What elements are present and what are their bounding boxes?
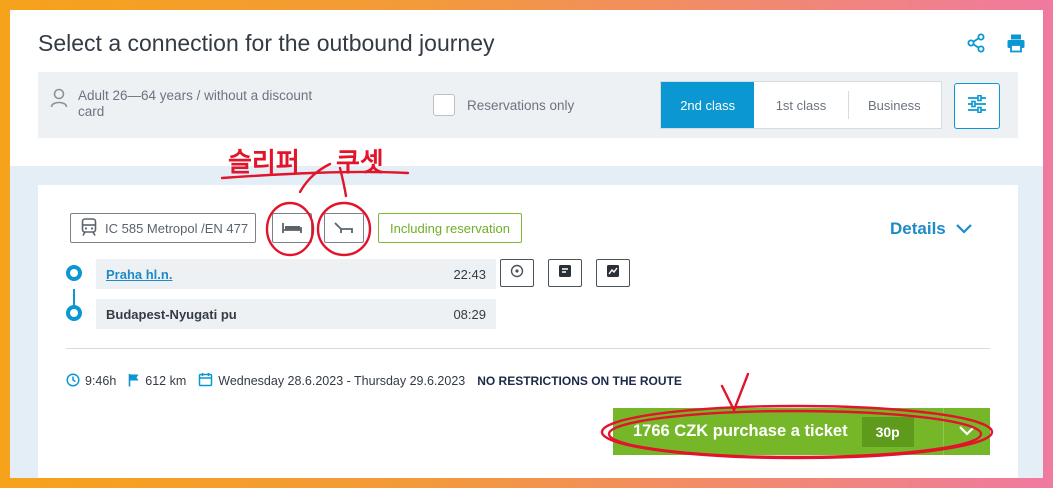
filter-bar: Adult 26—64 years / without a discount c…: [38, 72, 1018, 138]
map-icon: [606, 264, 620, 283]
passenger-selector[interactable]: Adult 26—64 years / without a discount c…: [50, 88, 338, 120]
route-line: [73, 289, 75, 305]
page-frame: Select a connection for the outbound jou…: [10, 10, 1043, 478]
connection-card: IC 585 Metropol /EN 477 Including reserv…: [38, 185, 1018, 478]
share-icon[interactable]: [965, 32, 987, 54]
purchase-label: 1766 CZK purchase a ticket: [633, 422, 848, 440]
destination-stop: Budapest-Nyugati pu 08:29: [96, 299, 496, 329]
duration-value: 9:46h: [85, 374, 117, 388]
distance: 612 km: [128, 373, 186, 390]
train-name: IC 585 Metropol /EN 477: [105, 220, 249, 236]
distance-value: 612 km: [145, 374, 187, 388]
route-restrictions: NO RESTRICTIONS ON THE ROUTE: [477, 374, 682, 388]
purchase-ticket-button[interactable]: 1766 CZK purchase a ticket 30p: [613, 408, 990, 455]
target-icon: [510, 264, 524, 283]
couchette-icon: [324, 213, 364, 243]
board-icon: [558, 264, 572, 283]
card-divider: [66, 348, 990, 349]
dates-value: Wednesday 28.6.2023 - Thursday 29.6.2023: [218, 374, 466, 388]
arrival-time: 08:29: [453, 306, 486, 322]
details-toggle[interactable]: Details: [890, 219, 972, 239]
tab-2nd-class[interactable]: 2nd class: [661, 82, 755, 128]
purchase-options-toggle[interactable]: [943, 408, 990, 455]
origin-station-link[interactable]: Praha hl.n.: [106, 267, 172, 282]
annotation-couchette: 쿠셋: [336, 148, 384, 178]
chevron-down-icon: [959, 423, 975, 441]
reservations-only-toggle[interactable]: Reservations only: [433, 94, 574, 116]
reservations-only-checkbox[interactable]: [433, 94, 455, 116]
origin-stop-marker: [66, 265, 82, 281]
print-icon[interactable]: [1005, 32, 1027, 54]
chevron-down-icon: [955, 219, 972, 239]
sleeper-icon: [272, 213, 312, 243]
tab-1st-class[interactable]: 1st class: [754, 82, 847, 128]
departure-time: 22:43: [453, 266, 486, 282]
tab-business[interactable]: Business: [847, 82, 941, 128]
page-title: Select a connection for the outbound jou…: [38, 30, 495, 56]
route-map-button[interactable]: [596, 259, 630, 287]
user-icon: [50, 88, 68, 113]
seat-count-badge: 30p: [861, 416, 914, 447]
station-info-button[interactable]: [500, 259, 534, 287]
origin-stop: Praha hl.n. 22:43: [96, 259, 496, 289]
destination-station: Budapest-Nyugati pu: [106, 306, 237, 322]
including-reservation-badge: Including reservation: [378, 213, 522, 243]
annotation-sleeper: 슬리퍼: [228, 148, 300, 178]
class-tabs: 2nd class 1st class Business: [660, 81, 942, 129]
travel-dates: Wednesday 28.6.2023 - Thursday 29.6.2023: [198, 372, 465, 390]
destination-stop-marker: [66, 305, 82, 321]
results-area: IC 585 Metropol /EN 477 Including reserv…: [10, 166, 1043, 478]
reservations-only-label: Reservations only: [467, 97, 575, 113]
details-label: Details: [890, 219, 946, 238]
passenger-label: Adult 26—64 years / without a discount c…: [78, 88, 313, 119]
train-icon: [81, 217, 97, 239]
calendar-icon: [198, 372, 213, 390]
train-badge: IC 585 Metropol /EN 477: [70, 213, 256, 243]
departure-board-button[interactable]: [548, 259, 582, 287]
clock-icon: [66, 372, 80, 390]
sliders-icon: [967, 94, 987, 118]
journey-summary: 9:46h 612 km Wednesday 28.6.2023 - Thurs…: [66, 372, 682, 390]
flag-icon: [128, 373, 140, 390]
duration: 9:46h: [66, 372, 117, 390]
top-actions: [965, 32, 1027, 54]
filter-settings-button[interactable]: [954, 83, 1000, 129]
